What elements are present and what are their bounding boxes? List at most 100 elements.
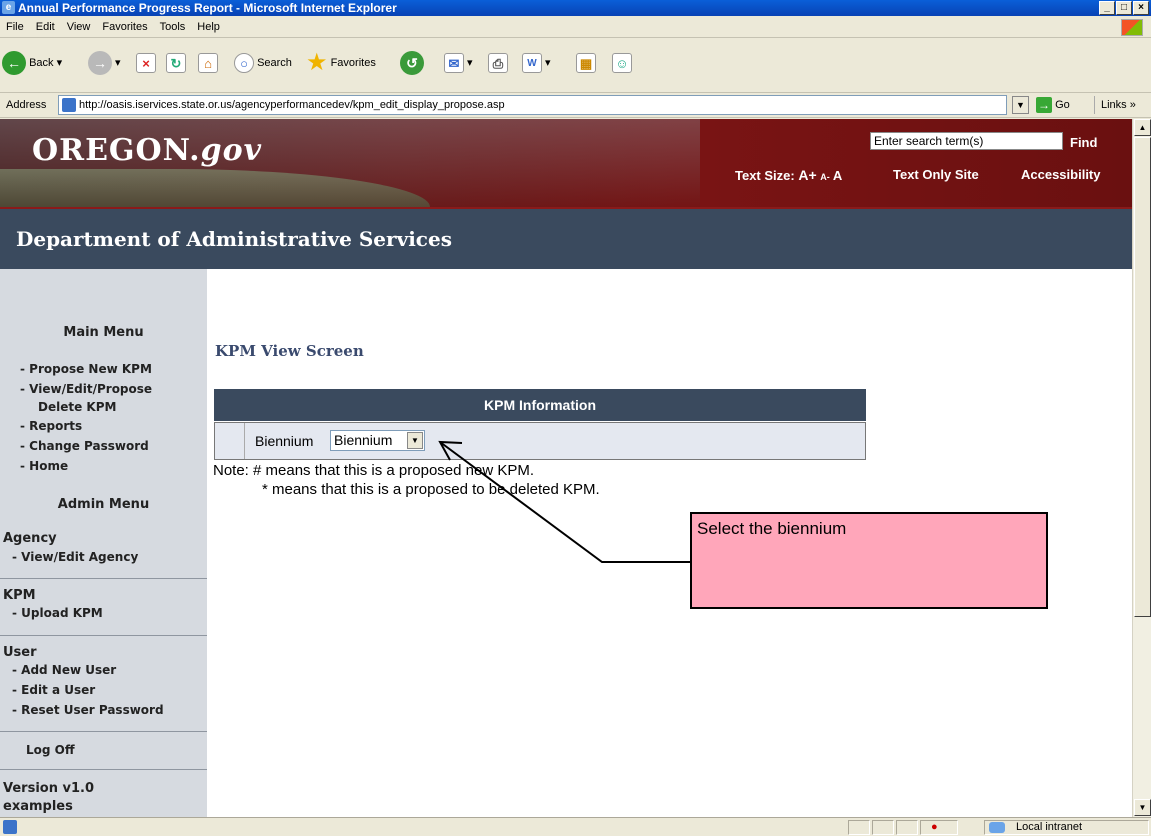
annotation-callout: Select the biennium [690,512,1048,609]
menu-help[interactable]: Help [191,17,226,38]
find-button[interactable]: Find [1070,135,1097,150]
history-icon: ↺ [400,51,424,76]
left-navigation: Main Menu - Propose New KPM - View/Edit/… [0,269,207,817]
discuss-icon: ▦ [576,53,596,74]
menu-edit[interactable]: Edit [30,17,61,38]
note-proposed-new: Note: # means that this is a proposed ne… [213,462,534,479]
text-size-normal[interactable]: A [833,168,842,183]
search-icon: ○ [234,53,254,74]
kpm-info-table: KPM Information Biennium Biennium ▼ [214,389,866,461]
biennium-selected-value: Biennium [334,432,393,448]
department-title: Department of Administrative Services [16,227,452,251]
status-panel [872,820,894,835]
scroll-thumb[interactable] [1134,137,1151,617]
menu-tools[interactable]: Tools [154,17,192,38]
status-panel [848,820,870,835]
nav-reset-user-password[interactable]: - Reset User Password [12,703,164,717]
scroll-down-icon[interactable]: ▼ [1134,799,1151,816]
print-icon: ⎙ [488,53,508,74]
close-button[interactable]: × [1133,1,1149,15]
history-button[interactable]: ↺ [400,49,424,77]
nav-divider [0,635,207,636]
address-bar: Address http://oasis.iservices.state.or.… [0,93,1151,118]
nav-propose-new-kpm[interactable]: - Propose New KPM [20,362,152,376]
back-button[interactable]: ← Back ▾ [2,49,62,77]
menu-file[interactable]: File [0,17,30,38]
discuss-button[interactable]: ▦ [576,49,596,77]
ie-window: e Annual Performance Progress Report - M… [0,0,1151,836]
popup-blocked-panel: ● [920,820,958,835]
text-size-increase[interactable]: A+ [798,167,816,183]
agency-heading: Agency [3,531,57,546]
nav-change-password[interactable]: - Change Password [20,439,149,453]
nav-log-off[interactable]: Log Off [26,743,75,757]
nav-home[interactable]: - Home [20,459,68,473]
refresh-button[interactable]: ↻ [166,49,186,77]
address-dropdown-button[interactable]: ▼ [1012,96,1029,114]
site-search-input[interactable]: Enter search term(s) [870,132,1063,150]
nav-divider [0,731,207,732]
zone-text: Local intranet [1016,821,1083,833]
home-icon: ⌂ [198,53,218,74]
mail-button[interactable]: ✉ ▾ [444,49,473,77]
print-button[interactable]: ⎙ [488,49,508,77]
forward-button[interactable]: → ▾ [88,49,121,77]
nav-edit-a-user[interactable]: - Edit a User [12,683,95,697]
favorites-label: Favorites [330,57,376,69]
biennium-select[interactable]: Biennium ▼ [330,430,425,451]
go-button[interactable]: → Go [1036,96,1070,114]
messenger-button[interactable]: ☺ [612,49,632,77]
nav-reports[interactable]: - Reports [20,419,82,433]
address-input[interactable]: http://oasis.iservices.state.or.us/agenc… [58,95,1007,115]
page-icon [62,98,76,112]
popup-blocked-icon: ● [931,821,938,833]
row-spacer [215,423,245,459]
vertical-scrollbar[interactable]: ▲ ▼ [1132,119,1151,817]
kpm-table-row: Biennium Biennium ▼ [214,422,866,460]
department-banner: Department of Administrative Services [0,207,1132,269]
home-button[interactable]: ⌂ [198,49,218,77]
oregon-gov-logo[interactable]: OREGON.gov [32,133,262,168]
status-bar: ● Local intranet [0,817,1151,836]
nav-upload-kpm[interactable]: - Upload KPM [12,606,103,620]
stop-icon: × [136,53,156,74]
window-title: Annual Performance Progress Report - Mic… [18,1,397,15]
menu-favorites[interactable]: Favorites [96,17,153,38]
nav-delete-kpm[interactable]: Delete KPM [38,400,116,414]
links-button[interactable]: Links » [1094,96,1136,114]
stop-button[interactable]: × [136,49,156,77]
note-proposed-delete: * means that this is a proposed to be de… [262,481,600,498]
scroll-up-icon[interactable]: ▲ [1134,119,1151,136]
search-label: Search [257,57,292,69]
kpm-heading: KPM [3,588,36,603]
minimize-button[interactable]: _ [1099,1,1115,15]
back-arrow-icon: ← [2,51,26,76]
toolbar: ← Back ▾ → ▾ × ↻ ⌂ ○ Search ★ Favorites … [0,39,1151,93]
oregon-header: OREGON.gov Enter search term(s) Find Tex… [0,119,1132,207]
nav-view-edit-agency[interactable]: - View/Edit Agency [12,550,138,564]
favorites-button[interactable]: ★ Favorites [306,49,376,77]
chevron-down-icon[interactable]: ▼ [407,432,423,449]
callout-text: Select the biennium [697,519,847,538]
page-viewport: OREGON.gov Enter search term(s) Find Tex… [0,119,1132,817]
accessibility-link[interactable]: Accessibility [1021,167,1101,182]
maximize-button[interactable]: □ [1116,1,1132,15]
nav-add-new-user[interactable]: - Add New User [12,663,116,677]
kpm-table-header: KPM Information [214,389,866,421]
nav-view-edit-propose[interactable]: - View/Edit/Propose [20,382,152,396]
local-intranet-icon [989,822,1005,833]
links-label: Links [1101,99,1127,111]
mail-icon: ✉ [444,53,464,74]
address-url: http://oasis.iservices.state.or.us/agenc… [79,99,505,111]
edit-button[interactable]: W ▾ [522,49,551,77]
menu-view[interactable]: View [61,17,97,38]
text-only-link[interactable]: Text Only Site [893,167,979,182]
ie-logo-icon: e [2,1,15,14]
page-status-icon [3,820,17,834]
nav-examples[interactable]: examples [3,799,73,814]
text-size-decrease[interactable]: A- [820,172,830,182]
go-arrow-icon: → [1036,97,1052,114]
user-heading: User [3,645,37,660]
status-panel [896,820,918,835]
search-button[interactable]: ○ Search [234,49,292,77]
